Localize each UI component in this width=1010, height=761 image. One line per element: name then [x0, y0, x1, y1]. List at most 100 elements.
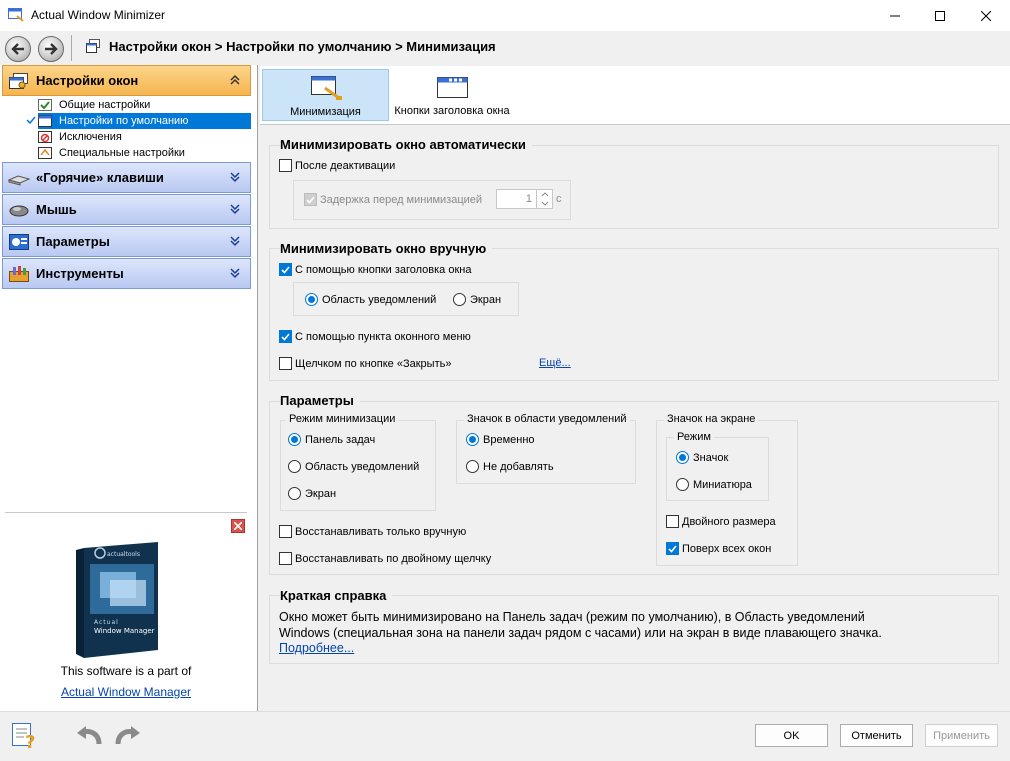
sidebar-group-hotkeys[interactable]: «Горячие» клавиши	[2, 162, 251, 193]
screen-thumbnail-radio[interactable]: Миниатюра	[676, 478, 752, 491]
delay-spinner[interactable]: 1	[496, 189, 553, 209]
radio-label: Область уведомлений	[305, 460, 420, 473]
sidebar-item-label: Настройки по умолчанию	[59, 115, 189, 127]
parameters-title: Параметры	[280, 393, 360, 408]
sidebar-item-special[interactable]: Специальные настройки	[38, 145, 251, 161]
radio-label: Не добавлять	[483, 460, 554, 473]
checkbox-box	[279, 357, 292, 370]
radio-dot	[466, 433, 479, 446]
ok-button[interactable]: OK	[755, 724, 828, 747]
exclusions-icon	[38, 131, 52, 143]
checkbox-box	[666, 542, 679, 555]
sidebar-group-label: Параметры	[36, 234, 110, 249]
promo-link[interactable]: Actual Window Manager	[0, 685, 252, 699]
restore-dblclick-checkbox[interactable]: Восстанавливать по двойному щелчку	[279, 552, 491, 565]
tab-label: Минимизация	[290, 106, 361, 118]
radio-dot	[466, 460, 479, 473]
window-menu-checkbox[interactable]: С помощью пункта оконного меню	[279, 330, 471, 343]
apply-button[interactable]: Применить	[925, 724, 998, 747]
product-box-title-2: Window Manager	[94, 627, 155, 635]
radio-dot	[453, 293, 466, 306]
close-icon	[234, 522, 242, 530]
help-text-line: Windows (специальная зона на панели зада…	[279, 626, 882, 640]
svg-text:?: ?	[25, 732, 35, 750]
checkbox-label: С помощью кнопки заголовка окна	[295, 263, 472, 276]
delay-checkbox[interactable]: Задержка перед минимизацией	[304, 193, 482, 206]
app-icon	[8, 8, 24, 22]
sidebar-item-label: Специальные настройки	[59, 147, 185, 159]
tab-minimization[interactable]: Минимизация	[262, 69, 389, 121]
manual-more-link[interactable]: Ещё...	[539, 357, 571, 369]
help-title: Краткая справка	[280, 588, 393, 603]
tab-title-buttons[interactable]: Кнопки заголовка окна	[390, 69, 514, 121]
checkbox-label: После деактивации	[295, 159, 396, 172]
sidebar-group-tools[interactable]: Инструменты	[2, 258, 251, 289]
close-button[interactable]	[963, 0, 1009, 31]
checkbox-label: Двойного размера	[682, 515, 776, 528]
radio-dot	[676, 478, 689, 491]
radio-dot	[305, 293, 318, 306]
mode-tray-radio[interactable]: Область уведомлений	[288, 460, 419, 473]
options-icon	[9, 233, 29, 250]
double-size-checkbox[interactable]: Двойного размера	[666, 515, 776, 528]
delay-value: 1	[525, 193, 532, 205]
nav-separator	[71, 35, 72, 61]
title-button-checkbox[interactable]: С помощью кнопки заголовка окна	[279, 263, 471, 276]
maximize-button[interactable]	[917, 0, 963, 31]
sidebar-item-default-settings[interactable]: Настройки по умолчанию	[38, 113, 251, 129]
check-mark-icon	[306, 195, 315, 204]
radio-dot	[288, 460, 301, 473]
special-settings-icon	[38, 147, 52, 159]
help-more-link[interactable]: Подробнее...	[279, 641, 354, 655]
sidebar-item-exclusions[interactable]: Исключения	[38, 129, 251, 145]
screen-icon-radio[interactable]: Значок	[676, 451, 728, 464]
sidebar-group-mouse[interactable]: Мышь	[2, 194, 251, 225]
close-button-checkbox[interactable]: Щелчком по кнопке «Закрыть»	[279, 357, 451, 370]
target-tray-radio[interactable]: Область уведомлений	[305, 293, 436, 306]
radio-label: Значок	[693, 451, 729, 464]
target-screen-radio[interactable]: Экран	[453, 293, 501, 306]
sidebar-group-window-settings[interactable]: Настройки окон	[2, 65, 251, 96]
checkbox-box	[279, 159, 292, 172]
mode-label: Режим минимизации	[286, 413, 399, 425]
check-mark-icon	[281, 332, 290, 341]
sidebar-item-general[interactable]: Общие настройки	[38, 97, 251, 113]
undo-icon[interactable]	[75, 724, 103, 746]
forward-button[interactable]	[38, 36, 64, 62]
tabs-separator	[260, 124, 1010, 125]
back-button[interactable]	[5, 36, 31, 62]
back-arrow-icon	[11, 43, 24, 55]
checkbox-box	[279, 552, 292, 565]
navigation-bar: Настройки окон > Настройки по умолчанию …	[0, 31, 1010, 63]
window-settings-icon	[9, 72, 28, 89]
checkbox-box	[279, 525, 292, 538]
cancel-button[interactable]: Отменить	[840, 724, 913, 747]
close-icon	[981, 10, 991, 21]
screen-mode-label: Режим	[674, 431, 714, 443]
minimize-button[interactable]	[872, 0, 918, 31]
checkbox-label: С помощью пункта оконного меню	[295, 330, 471, 343]
redo-icon[interactable]	[114, 724, 142, 746]
sidebar-group-options[interactable]: Параметры	[2, 226, 251, 257]
promo-close-button[interactable]	[231, 519, 245, 533]
mode-screen-radio[interactable]: Экран	[288, 487, 336, 500]
tray-temporary-radio[interactable]: Временно	[466, 433, 535, 446]
help-text: Окно может быть минимизировано на Панель…	[279, 609, 994, 641]
always-on-top-checkbox[interactable]: Поверх всех окон	[666, 542, 771, 555]
checkbox-box	[279, 330, 292, 343]
checkbox-box	[304, 193, 317, 206]
sidebar-group-label: Настройки окон	[36, 73, 139, 88]
check-mark-icon	[668, 544, 677, 553]
mode-taskbar-radio[interactable]: Панель задач	[288, 433, 375, 446]
chevron-down-icon	[230, 236, 240, 247]
checkbox-box	[279, 263, 292, 276]
after-deactivation-checkbox[interactable]: После деактивации	[279, 159, 395, 172]
restore-manual-checkbox[interactable]: Восстанавливать только вручную	[279, 525, 466, 538]
spinner-buttons[interactable]	[536, 190, 552, 208]
tray-none-radio[interactable]: Не добавлять	[466, 460, 554, 473]
help-icon[interactable]: ?	[11, 722, 41, 750]
title-buttons-icon	[437, 77, 468, 98]
breadcrumb: Настройки окон > Настройки по умолчанию …	[109, 39, 496, 54]
manual-minimize-title: Минимизировать окно вручную	[280, 241, 493, 256]
radio-label: Область уведомлений	[322, 293, 437, 306]
